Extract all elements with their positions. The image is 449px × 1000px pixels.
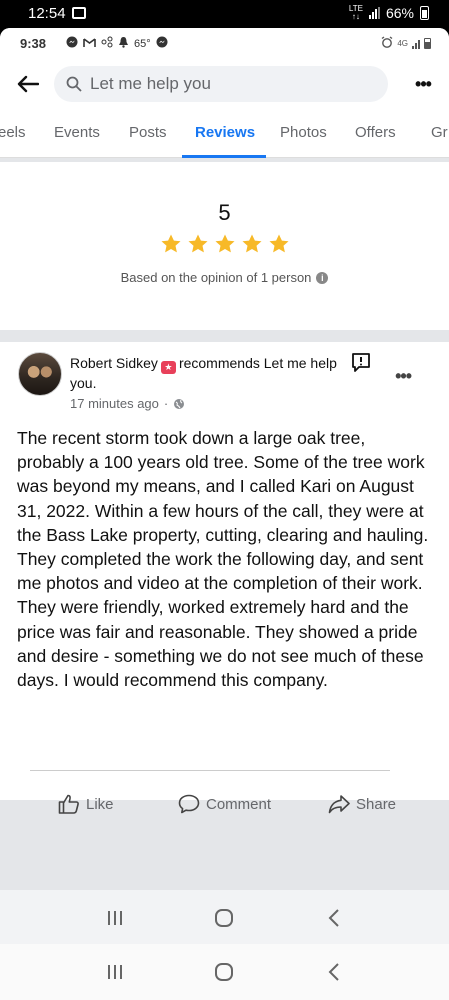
star-icon: [242, 234, 261, 253]
report-flag-icon: [352, 353, 370, 372]
search-input[interactable]: Let me help you: [54, 66, 388, 102]
nav-back-button[interactable]: [319, 903, 349, 933]
battery-icon: [420, 6, 429, 20]
rating-basis-text: Based on the opinion of 1 person: [120, 270, 312, 285]
rating-score: 5: [218, 200, 231, 225]
thumbs-up-icon: [58, 794, 79, 814]
home-icon: [215, 909, 234, 927]
review-more-button[interactable]: •••: [395, 366, 412, 387]
report-button[interactable]: [350, 352, 372, 374]
more-options-button[interactable]: •••: [411, 74, 435, 94]
like-label: Like: [86, 795, 114, 813]
avatar[interactable]: [18, 352, 62, 396]
rating-basis: Based on the opinion of 1 person i: [0, 270, 449, 285]
rating-summary: 5 Based on the opinion of 1 person i: [0, 162, 449, 330]
home-button[interactable]: [209, 903, 239, 933]
messenger-icon-2: [156, 36, 168, 51]
back-arrow-icon: [17, 75, 39, 93]
messenger-icon: [66, 36, 78, 51]
comment-icon: [178, 794, 200, 814]
4g-icon: 4G: [397, 39, 408, 48]
recent-apps-icon: [107, 965, 122, 979]
star-icon: [269, 234, 288, 253]
tab-groups[interactable]: Gr: [431, 124, 448, 141]
tab-photos[interactable]: Photos: [280, 124, 327, 141]
back-button[interactable]: [12, 68, 44, 100]
inner-battery-icon: [424, 38, 431, 49]
device-navigation-bar: [0, 944, 449, 1000]
star-icon: [215, 234, 234, 253]
device-status-icons: LTE ↑↓ 66%: [349, 5, 429, 21]
review-author[interactable]: Robert Sidkey: [70, 355, 158, 371]
inner-status-bar: 9:38 65° 4G: [0, 28, 449, 58]
recommendation-badge-icon: ★: [160, 361, 176, 374]
battery-percent: 66%: [385, 5, 414, 21]
search-icon: [66, 76, 82, 92]
divider: [30, 770, 390, 771]
review-card: Robert Sidkey ★ recommends Let me help you…: [0, 342, 449, 814]
globe-icon: [174, 398, 185, 409]
comment-button[interactable]: Comment: [178, 794, 271, 814]
tab-events[interactable]: Events: [54, 124, 100, 141]
device-home-button[interactable]: [209, 957, 239, 987]
inner-signal-icon: [412, 39, 420, 49]
inner-navigation-bar: [0, 890, 449, 946]
review-header: Robert Sidkey ★ recommends Let me help you…: [70, 354, 340, 393]
tab-posts[interactable]: Posts: [129, 124, 167, 141]
recent-apps-icon: [107, 911, 122, 925]
share-app-icon: [101, 36, 113, 51]
review-actions: Like Comment Share: [0, 794, 449, 822]
review-body: The recent storm took down a large oak t…: [17, 428, 429, 691]
star-icon: [188, 234, 207, 253]
star-icon: [161, 234, 180, 253]
lte-icon: LTE ↑↓: [348, 4, 363, 21]
review-time[interactable]: 17 minutes ago: [70, 396, 159, 411]
device-recent-apps-button[interactable]: [100, 957, 130, 987]
tab-offers[interactable]: Offers: [355, 124, 396, 141]
share-arrow-icon: [328, 795, 350, 814]
star-rating: [0, 234, 449, 253]
active-tab-indicator: [182, 155, 266, 158]
screenshot-area: 9:38 65° 4G Let me help you ••• eels Eve…: [0, 28, 449, 1000]
comment-label: Comment: [206, 795, 272, 813]
review-meta: 17 minutes ago ·: [70, 396, 185, 411]
tab-reels[interactable]: eels: [0, 124, 26, 141]
share-button[interactable]: Share: [328, 794, 396, 814]
recent-apps-button[interactable]: [100, 903, 130, 933]
separator-dot: ·: [163, 396, 169, 411]
share-label: Share: [356, 795, 397, 813]
signal-icon: [368, 7, 380, 19]
like-button[interactable]: Like: [58, 794, 114, 814]
app-bar: Let me help you •••: [0, 58, 449, 110]
search-placeholder: Let me help you: [90, 74, 211, 93]
bell-icon: [118, 36, 129, 51]
info-icon[interactable]: i: [316, 271, 329, 284]
tab-reviews[interactable]: Reviews: [195, 124, 255, 141]
chevron-left-icon: [328, 963, 339, 981]
inner-status-right: 4G: [381, 36, 431, 51]
device-time: 12:54: [28, 5, 66, 22]
alarm-icon: [381, 36, 393, 51]
inner-time: 9:38: [20, 36, 47, 51]
image-notification-icon: [72, 7, 86, 19]
chevron-left-icon: [328, 909, 339, 927]
page-tabs: eels Events Posts Reviews Photos Offers …: [0, 110, 449, 158]
home-icon: [215, 963, 234, 981]
device-status-bar: 12:54 LTE ↑↓ 66%: [0, 0, 449, 28]
temperature: 65°: [134, 37, 151, 50]
device-back-button[interactable]: [319, 957, 349, 987]
inner-notification-icons: 65°: [66, 36, 168, 51]
gmail-icon: [83, 37, 96, 51]
